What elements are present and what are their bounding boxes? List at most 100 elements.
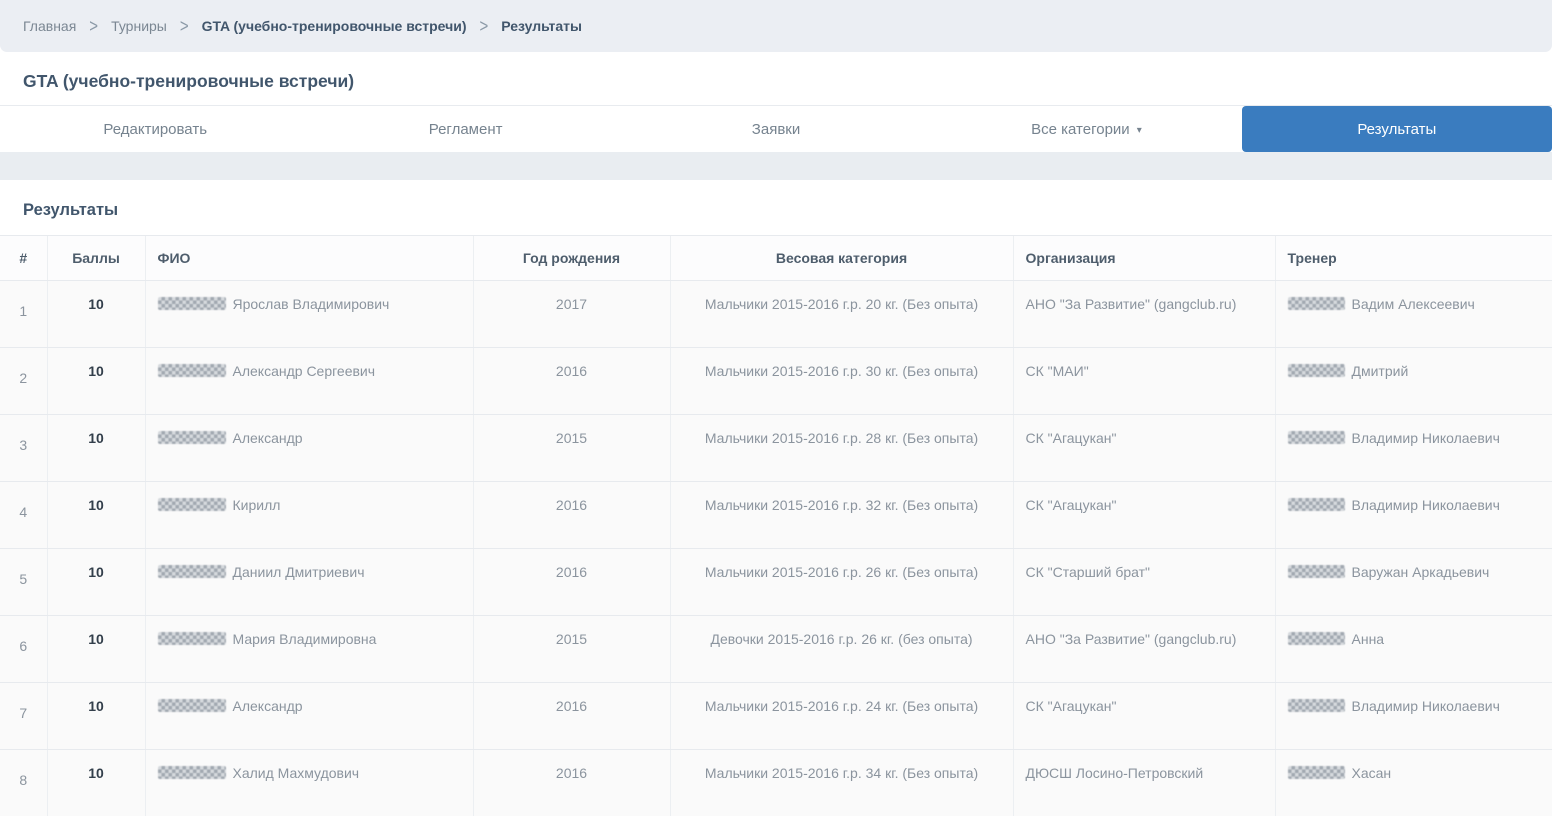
col-header-coach: Тренер <box>1275 236 1552 281</box>
cell-row-number: 4 <box>0 482 47 549</box>
chevron-right-icon: > <box>180 15 189 36</box>
cell-row-number: 6 <box>0 616 47 683</box>
tab-results-label: Результаты <box>1357 121 1436 138</box>
table-row: 4 10 Кирилл 2016 Мальчики 2015-2016 г.р.… <box>0 482 1552 549</box>
cell-organization: СК "Агацукан" <box>1013 683 1275 750</box>
col-header-organization: Организация <box>1013 236 1275 281</box>
dropdown-caret-icon: ▾ <box>1137 125 1142 136</box>
cell-row-number: 7 <box>0 683 47 750</box>
cell-fio: Даниил Дмитриевич <box>145 549 473 616</box>
tournament-header: GTA (учебно-тренировочные встречи) <box>0 52 1552 106</box>
cell-weight-category: Мальчики 2015-2016 г.р. 24 кг. (Без опыт… <box>670 683 1013 750</box>
cell-fio: Александр Сергеевич <box>145 348 473 415</box>
athlete-name: Александр <box>233 698 303 714</box>
breadcrumb-item-tournaments[interactable]: Турниры <box>111 18 167 34</box>
redacted-surname-block <box>158 431 226 444</box>
col-header-birth-year: Год рождения <box>473 236 670 281</box>
cell-birth-year: 2016 <box>473 683 670 750</box>
cell-coach: Хасан <box>1275 750 1552 816</box>
athlete-name: Мария Владимировна <box>233 631 377 647</box>
cell-row-number: 8 <box>0 750 47 816</box>
tab-bar: Редактировать Регламент Заявки Все катег… <box>0 106 1552 152</box>
cell-points: 10 <box>47 281 145 348</box>
cell-row-number: 1 <box>0 281 47 348</box>
table-row: 8 10 Халид Махмудович 2016 Мальчики 2015… <box>0 750 1552 816</box>
redacted-surname-block <box>158 632 226 645</box>
coach-name: Анна <box>1352 631 1385 647</box>
cell-organization: СК "Агацукан" <box>1013 482 1275 549</box>
redacted-surname-block <box>158 364 226 377</box>
athlete-name: Кирилл <box>233 497 281 513</box>
chevron-right-icon: > <box>480 15 489 36</box>
athlete-name: Даниил Дмитриевич <box>233 564 365 580</box>
breadcrumb-item-results: Результаты <box>501 18 582 34</box>
col-header-fio: ФИО <box>145 236 473 281</box>
cell-fio: Мария Владимировна <box>145 616 473 683</box>
cell-points: 10 <box>47 616 145 683</box>
tab-regulations-label: Регламент <box>429 121 503 138</box>
cell-coach: Владимир Николаевич <box>1275 683 1552 750</box>
cell-coach: Анна <box>1275 616 1552 683</box>
cell-weight-category: Мальчики 2015-2016 г.р. 26 кг. (Без опыт… <box>670 549 1013 616</box>
tab-edit[interactable]: Редактировать <box>0 106 310 152</box>
redacted-surname-block <box>1288 565 1345 578</box>
cell-weight-category: Девочки 2015-2016 г.р. 26 кг. (без опыта… <box>670 616 1013 683</box>
table-row: 6 10 Мария Владимировна 2015 Девочки 201… <box>0 616 1552 683</box>
cell-organization: АНО "За Развитие" (gangclub.ru) <box>1013 281 1275 348</box>
cell-organization: СК "МАИ" <box>1013 348 1275 415</box>
table-row: 5 10 Даниил Дмитриевич 2016 Мальчики 201… <box>0 549 1552 616</box>
redacted-surname-block <box>158 498 226 511</box>
redacted-surname-block <box>1288 699 1345 712</box>
redacted-surname-block <box>1288 297 1345 310</box>
coach-name: Дмитрий <box>1352 363 1409 379</box>
cell-fio: Ярослав Владимирович <box>145 281 473 348</box>
cell-organization: СК "Старший брат" <box>1013 549 1275 616</box>
athlete-name: Ярослав Владимирович <box>233 296 390 312</box>
cell-fio: Александр <box>145 683 473 750</box>
coach-name: Владимир Николаевич <box>1352 430 1500 446</box>
athlete-name: Александр Сергеевич <box>233 363 376 379</box>
cell-points: 10 <box>47 683 145 750</box>
cell-points: 10 <box>47 348 145 415</box>
cell-birth-year: 2017 <box>473 281 670 348</box>
breadcrumb-item-home[interactable]: Главная <box>23 18 76 34</box>
cell-fio: Александр <box>145 415 473 482</box>
table-row: 2 10 Александр Сергеевич 2016 Мальчики 2… <box>0 348 1552 415</box>
cell-birth-year: 2016 <box>473 348 670 415</box>
cell-birth-year: 2015 <box>473 415 670 482</box>
redacted-surname-block <box>158 766 226 779</box>
redacted-surname-block <box>158 565 226 578</box>
results-table-head: # Баллы ФИО Год рождения Весовая категор… <box>0 236 1552 281</box>
coach-name: Хасан <box>1352 765 1392 781</box>
athlete-name: Халид Махмудович <box>233 765 360 781</box>
cell-coach: Дмитрий <box>1275 348 1552 415</box>
cell-row-number: 2 <box>0 348 47 415</box>
redacted-surname-block <box>1288 766 1345 779</box>
results-table-body: 1 10 Ярослав Владимирович 2017 Мальчики … <box>0 281 1552 816</box>
page: Главная > Турниры > GTA (учебно-трениров… <box>0 0 1552 816</box>
tab-applications[interactable]: Заявки <box>621 106 931 152</box>
redacted-surname-block <box>158 699 226 712</box>
redacted-surname-block <box>1288 364 1345 377</box>
cell-organization: СК "Агацукан" <box>1013 415 1275 482</box>
tab-all-categories-label: Все категории <box>1031 121 1130 138</box>
redacted-surname-block <box>1288 632 1345 645</box>
tab-regulations[interactable]: Регламент <box>310 106 620 152</box>
cell-birth-year: 2016 <box>473 482 670 549</box>
tab-results[interactable]: Результаты <box>1242 106 1552 152</box>
breadcrumb-item-tournament-name[interactable]: GTA (учебно-тренировочные встречи) <box>202 18 467 34</box>
cell-row-number: 3 <box>0 415 47 482</box>
cell-birth-year: 2015 <box>473 616 670 683</box>
coach-name: Варужан Аркадьевич <box>1352 564 1490 580</box>
redacted-surname-block <box>1288 498 1345 511</box>
cell-coach: Варужан Аркадьевич <box>1275 549 1552 616</box>
cell-weight-category: Мальчики 2015-2016 г.р. 28 кг. (Без опыт… <box>670 415 1013 482</box>
cell-birth-year: 2016 <box>473 549 670 616</box>
cell-points: 10 <box>47 549 145 616</box>
tab-all-categories[interactable]: Все категории ▾ <box>931 106 1241 152</box>
col-header-points: Баллы <box>47 236 145 281</box>
redacted-surname-block <box>1288 431 1345 444</box>
section-title: Результаты <box>0 180 1552 235</box>
cell-coach: Владимир Николаевич <box>1275 482 1552 549</box>
tab-edit-label: Редактировать <box>103 121 207 138</box>
